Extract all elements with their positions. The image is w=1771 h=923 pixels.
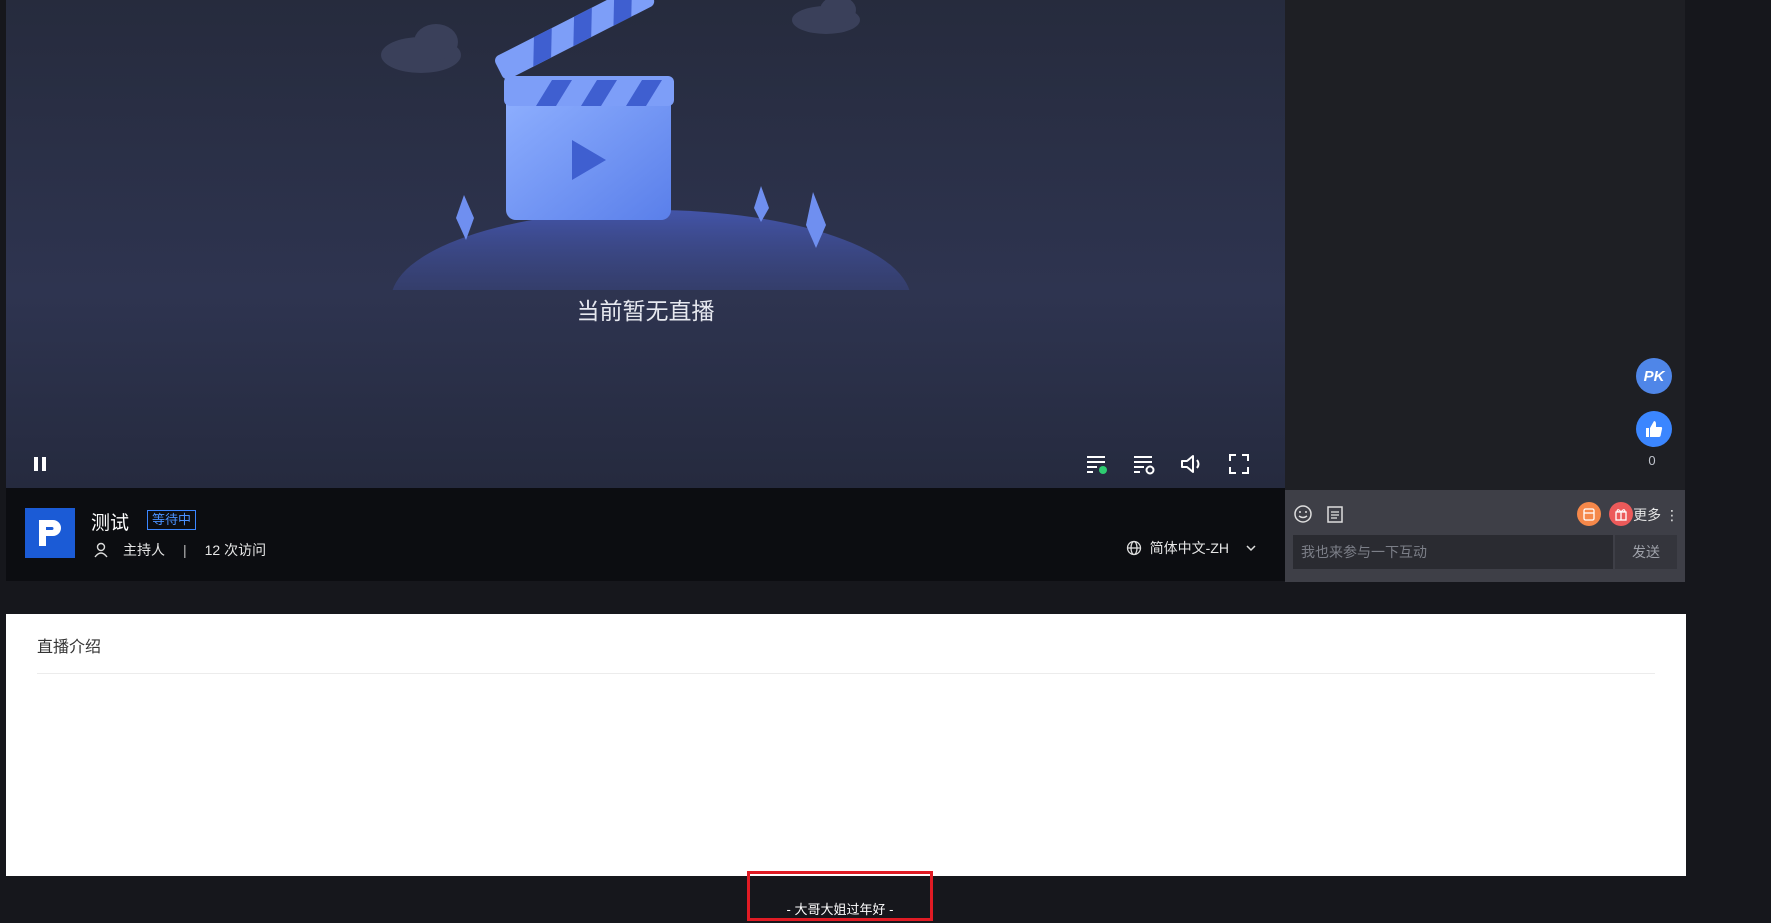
chevron-down-icon [1246, 545, 1256, 552]
room-info-bar: 测试 等待中 主持人 | 12 次访问 简体中文-ZH [6, 488, 1285, 581]
pause-icon [34, 457, 46, 471]
chat-input-wrapper [1293, 535, 1613, 569]
meta-separator: | [183, 542, 187, 558]
gift-icon [1615, 509, 1627, 521]
chat-input-bar: 更多 ⋮ 发送 [1285, 490, 1685, 582]
user-icon [94, 542, 108, 558]
send-button[interactable]: 发送 [1615, 535, 1677, 569]
footer-highlight: - 大哥大姐过年好 - [747, 871, 933, 921]
host-label: 主持人 [123, 542, 165, 558]
emoji-button[interactable] [1293, 504, 1313, 529]
video-player[interactable]: 当前暂无直播 [6, 0, 1285, 488]
red-packet-icon [1583, 508, 1595, 521]
more-label: 更多 [1633, 507, 1662, 523]
like-count: 0 [1648, 453, 1656, 468]
subtitle-button[interactable] [1084, 451, 1110, 477]
more-button[interactable]: 更多 ⋮ [1633, 505, 1679, 525]
red-packet-button[interactable] [1577, 502, 1601, 526]
p-logo-icon [39, 520, 61, 546]
language-selector[interactable]: 简体中文-ZH [1126, 538, 1257, 558]
volume-button[interactable] [1178, 451, 1204, 477]
no-live-message: 当前暂无直播 [576, 298, 715, 324]
clapperboard-illustration [381, 0, 910, 290]
pk-button[interactable]: PK [1636, 358, 1672, 394]
status-badge: 等待中 [147, 510, 197, 530]
like-button[interactable] [1636, 411, 1672, 447]
channel-logo [25, 508, 75, 558]
notes-button[interactable] [1325, 504, 1345, 529]
intro-title: 直播介绍 [37, 639, 102, 656]
intro-section: 直播介绍 [6, 614, 1686, 876]
playlist-check-icon [1087, 456, 1107, 474]
quality-settings-button[interactable] [1131, 451, 1157, 477]
intro-divider [37, 673, 1655, 674]
more-dots-icon: ⋮ [1665, 507, 1679, 523]
globe-icon [1126, 540, 1141, 556]
language-label: 简体中文-ZH [1149, 540, 1229, 556]
chat-panel [1285, 0, 1685, 490]
list-settings-icon [1134, 456, 1155, 475]
notepad-icon [1327, 506, 1343, 523]
chat-input[interactable] [1293, 535, 1613, 569]
visit-count: 12 次访问 [204, 542, 267, 558]
footer-text: - 大哥大姐过年好 - [786, 902, 894, 917]
pk-icon: PK [1643, 367, 1665, 385]
room-meta: 主持人 | 12 次访问 [93, 540, 266, 560]
fullscreen-button[interactable] [1226, 451, 1252, 477]
pause-button[interactable] [27, 451, 53, 477]
gift-button[interactable] [1609, 502, 1633, 526]
room-title: 测试 [91, 513, 130, 534]
emoji-icon [1294, 505, 1312, 523]
speaker-icon [1181, 455, 1200, 473]
fullscreen-icon [1229, 454, 1249, 474]
thumbs-up-icon [1646, 421, 1663, 437]
